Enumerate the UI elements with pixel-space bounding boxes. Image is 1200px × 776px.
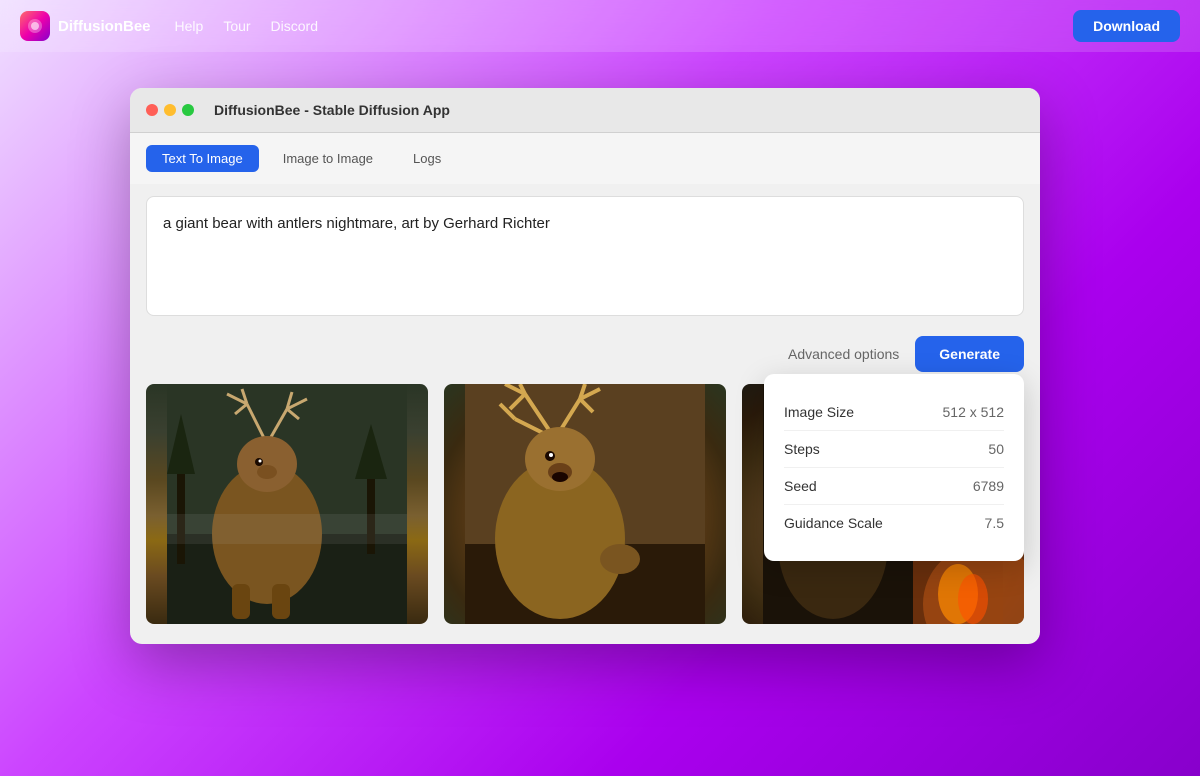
bear-image-1-svg	[146, 384, 428, 624]
traffic-lights	[146, 104, 194, 116]
advanced-options-popup: Image Size 512 x 512 Steps 50 Seed 6789 …	[764, 374, 1024, 561]
popup-row-image-size: Image Size 512 x 512	[784, 394, 1004, 431]
tour-link[interactable]: Tour	[223, 18, 250, 34]
window-titlebar: DiffusionBee - Stable Diffusion App	[130, 88, 1040, 133]
tab-text-to-image[interactable]: Text To Image	[146, 145, 259, 172]
bear-image-2-svg	[444, 384, 726, 624]
steps-label: Steps	[784, 441, 820, 457]
minimize-button[interactable]	[164, 104, 176, 116]
tabs-bar: Text To Image Image to Image Logs	[130, 133, 1040, 184]
guidance-scale-label: Guidance Scale	[784, 515, 883, 531]
help-link[interactable]: Help	[175, 18, 204, 34]
popup-row-steps: Steps 50	[784, 431, 1004, 468]
generated-image-1[interactable]	[146, 384, 428, 624]
tab-image-to-image[interactable]: Image to Image	[267, 145, 389, 172]
logo-icon	[20, 11, 50, 41]
tab-logs[interactable]: Logs	[397, 145, 457, 172]
steps-value: 50	[988, 441, 1004, 457]
app-window: DiffusionBee - Stable Diffusion App Text…	[130, 88, 1040, 644]
window-title: DiffusionBee - Stable Diffusion App	[214, 102, 450, 118]
discord-link[interactable]: Discord	[271, 18, 318, 34]
image-size-label: Image Size	[784, 404, 854, 420]
images-row: Image Size 512 x 512 Steps 50 Seed 6789 …	[130, 384, 1040, 644]
prompt-text: a giant bear with antlers nightmare, art…	[163, 215, 550, 232]
prompt-area[interactable]: a giant bear with antlers nightmare, art…	[146, 196, 1024, 316]
download-button[interactable]: Download	[1073, 10, 1180, 42]
nav-links: Help Tour Discord	[175, 18, 1074, 34]
seed-label: Seed	[784, 478, 817, 494]
logo-text: DiffusionBee	[58, 18, 151, 35]
generate-button[interactable]: Generate	[915, 336, 1024, 372]
maximize-button[interactable]	[182, 104, 194, 116]
navbar: DiffusionBee Help Tour Discord Download	[0, 0, 1200, 52]
guidance-scale-value: 7.5	[985, 515, 1004, 531]
generated-image-2[interactable]	[444, 384, 726, 624]
advanced-options-label[interactable]: Advanced options	[788, 346, 899, 362]
logo-container: DiffusionBee	[20, 11, 151, 41]
close-button[interactable]	[146, 104, 158, 116]
seed-value: 6789	[973, 478, 1004, 494]
popup-row-guidance: Guidance Scale 7.5	[784, 505, 1004, 541]
image-size-value: 512 x 512	[943, 404, 1005, 420]
popup-row-seed: Seed 6789	[784, 468, 1004, 505]
